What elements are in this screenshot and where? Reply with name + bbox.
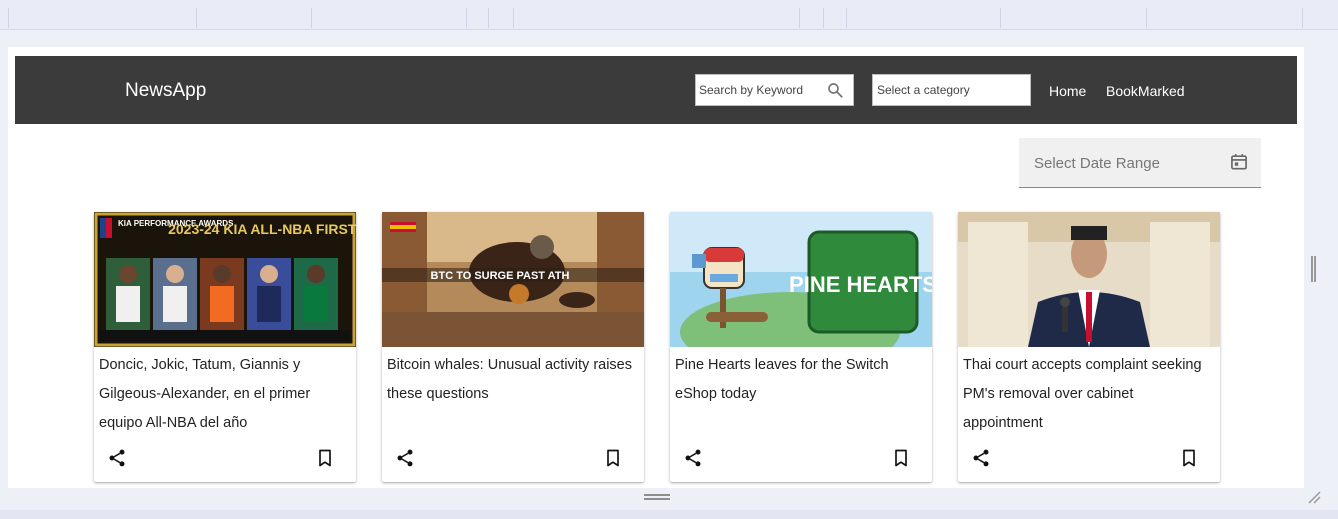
article-image[interactable] xyxy=(958,212,1220,347)
bookmark-icon[interactable] xyxy=(603,448,623,468)
bookmark-icon[interactable] xyxy=(315,448,335,468)
strip-divider xyxy=(196,8,197,28)
article-title[interactable]: Bitcoin whales: Unusual activity raises … xyxy=(387,351,639,409)
bottom-resize-handle[interactable] xyxy=(644,494,670,500)
strip-divider xyxy=(8,8,9,28)
calendar-icon[interactable] xyxy=(1229,152,1249,172)
nav-home-link[interactable]: Home xyxy=(1049,83,1086,99)
search-icon[interactable] xyxy=(826,81,844,99)
article-title[interactable]: Thai court accepts complaint seeking PM'… xyxy=(963,351,1215,438)
news-card[interactable]: Thai court accepts complaint seeking PM'… xyxy=(958,212,1220,482)
strip-divider xyxy=(513,8,514,28)
article-title[interactable]: Doncic, Jokic, Tatum, Giannis y Gilgeous… xyxy=(99,351,351,438)
svg-text:BTC TO SURGE PAST ATH: BTC TO SURGE PAST ATH xyxy=(431,270,570,282)
browser-top-strip xyxy=(0,0,1338,30)
brand-title[interactable]: NewsApp xyxy=(125,80,206,102)
news-card[interactable]: PINE HEARTS Pine Hearts leaves for the S… xyxy=(670,212,932,482)
article-image[interactable]: PINE HEARTS xyxy=(670,212,932,347)
category-select[interactable]: Select a category xyxy=(872,74,1031,106)
news-card[interactable]: BTC TO SURGE PAST ATH Bitcoin whales: Un… xyxy=(382,212,644,482)
search-field[interactable] xyxy=(695,74,854,106)
article-image[interactable]: BTC TO SURGE PAST ATH xyxy=(382,212,644,347)
date-range-picker[interactable]: Select Date Range xyxy=(1019,138,1261,188)
share-icon[interactable] xyxy=(395,448,415,468)
news-card[interactable]: KIA PERFORMANCE AWARDS 2023-24 KIA ALL-N… xyxy=(94,212,356,482)
strip-divider xyxy=(488,8,489,28)
navbar: NewsApp Select a category Home BookMarke… xyxy=(15,56,1297,124)
share-icon[interactable] xyxy=(683,448,703,468)
browser-bottom-strip xyxy=(0,510,1338,519)
share-icon[interactable] xyxy=(971,448,991,468)
search-input[interactable] xyxy=(696,75,821,105)
svg-text:2023-24 KIA ALL-NBA FIRST TEAM: 2023-24 KIA ALL-NBA FIRST TEAM xyxy=(168,221,356,237)
corner-resize-icon[interactable] xyxy=(1307,490,1321,504)
app-frame: NewsApp Select a category Home BookMarke… xyxy=(8,47,1304,488)
article-image[interactable]: KIA PERFORMANCE AWARDS 2023-24 KIA ALL-N… xyxy=(94,212,356,347)
strip-divider xyxy=(311,8,312,28)
date-range-placeholder: Select Date Range xyxy=(1034,155,1160,172)
strip-divider xyxy=(846,8,847,28)
strip-divider xyxy=(799,8,800,28)
strip-divider xyxy=(1302,8,1303,28)
article-title[interactable]: Pine Hearts leaves for the Switch eShop … xyxy=(675,351,927,409)
strip-divider xyxy=(466,8,467,28)
strip-divider xyxy=(1000,8,1001,28)
svg-text:PINE HEARTS: PINE HEARTS xyxy=(789,272,932,297)
share-icon[interactable] xyxy=(107,448,127,468)
side-resize-handle[interactable] xyxy=(1311,256,1316,282)
nav-bookmarked-link[interactable]: BookMarked xyxy=(1106,83,1185,99)
strip-divider xyxy=(1146,8,1147,28)
bookmark-icon[interactable] xyxy=(1179,448,1199,468)
bookmark-icon[interactable] xyxy=(891,448,911,468)
category-placeholder: Select a category xyxy=(877,83,970,97)
strip-divider xyxy=(823,8,824,28)
